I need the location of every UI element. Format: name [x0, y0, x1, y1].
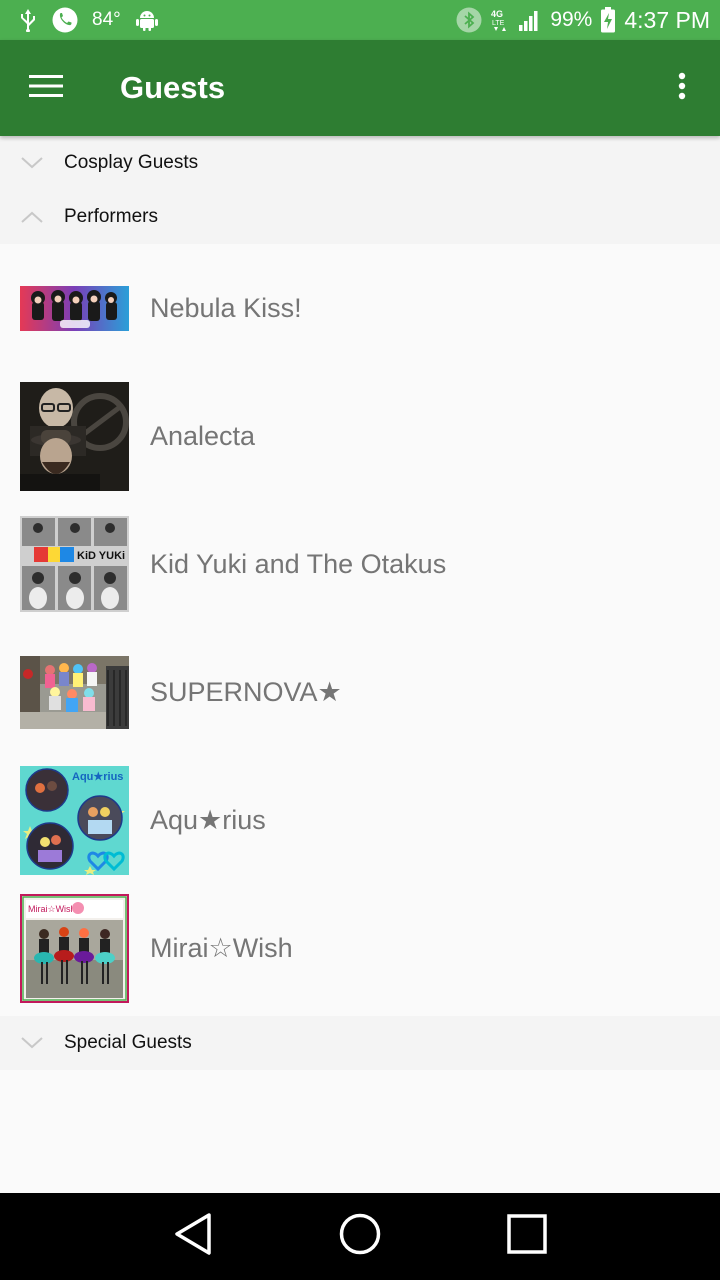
section-label: Performers [64, 206, 158, 227]
guest-thumbnail: Mirai☆Wish [20, 893, 129, 1003]
bluetooth-icon [456, 7, 482, 33]
guest-item-analecta[interactable]: Analecta [0, 372, 720, 500]
svg-text:4G: 4G [491, 9, 503, 19]
chevron-down-icon [0, 1037, 64, 1049]
thumb-logo-text: Aqu★rius [72, 771, 123, 783]
page-title: Guests [120, 70, 226, 105]
section-performers[interactable]: Performers [0, 190, 720, 244]
network-type-icon: 4G LTE [490, 7, 510, 33]
guest-name: Nebula Kiss! [150, 292, 302, 323]
guest-name: Kid Yuki and The Otakus [150, 548, 447, 579]
section-label: Special Guests [64, 1032, 192, 1053]
section-label: Cosplay Guests [64, 152, 199, 173]
guest-thumbnail: Aqu★rius [20, 765, 129, 875]
battery-charging-icon [600, 7, 616, 33]
clock: 4:37 PM [624, 6, 710, 33]
thumb-logo-text: Mirai☆Wish [28, 904, 76, 914]
more-vert-icon [678, 72, 686, 105]
guest-item-kid-yuki[interactable]: KiD YUKi Kid Yuki and The Otakus [0, 500, 720, 628]
guest-thumbnail: KiD YUKi [20, 510, 129, 619]
chevron-up-icon [0, 211, 64, 223]
system-nav-bar [0, 1193, 720, 1280]
recents-square-icon [506, 1213, 548, 1260]
svg-text:LTE: LTE [492, 20, 505, 27]
guest-item-nebula-kiss[interactable]: Nebula Kiss! [0, 244, 720, 372]
overflow-menu-button[interactable] [644, 40, 720, 136]
guest-name: Analecta [150, 420, 256, 451]
guest-item-supernova[interactable]: SUPERNOVA★ [0, 628, 720, 756]
hamburger-icon [29, 74, 63, 103]
guest-name: SUPERNOVA★ [150, 676, 342, 707]
chevron-down-icon [0, 157, 64, 169]
android-icon [135, 8, 159, 32]
app-bar: Guests [0, 40, 720, 136]
temperature: 84° [92, 9, 121, 30]
guest-name: Mirai☆Wish [150, 932, 293, 963]
guest-item-mirai-wish[interactable]: Mirai☆Wish Mirai☆Wish [0, 884, 720, 1012]
guest-item-aquarius[interactable]: Aqu★rius Aqu★rius [0, 756, 720, 884]
menu-button[interactable] [0, 40, 94, 136]
guest-thumbnail [20, 638, 129, 747]
usb-icon [18, 8, 38, 32]
back-triangle-icon [173, 1212, 213, 1261]
home-circle-icon [338, 1212, 382, 1261]
guest-content: Cosplay Guests Performers Nebula Kiss! A… [0, 136, 720, 1193]
performers-list: Nebula Kiss! Analecta KiD YUKi Kid Yuki … [0, 244, 720, 1012]
section-special-guests[interactable]: Special Guests [0, 1016, 720, 1070]
back-button[interactable] [153, 1197, 233, 1277]
status-bar: 84° 4G LTE 99% 4:37 PM [0, 0, 720, 40]
section-cosplay-guests[interactable]: Cosplay Guests [0, 136, 720, 190]
guest-name: Aqu★rius [150, 804, 266, 835]
guest-thumbnail [20, 254, 129, 363]
call-icon [52, 7, 78, 33]
battery-percent: 99% [550, 8, 593, 31]
recents-button[interactable] [487, 1197, 567, 1277]
home-button[interactable] [320, 1197, 400, 1277]
thumb-logo-text: KiD YUKi [77, 550, 125, 562]
guest-thumbnail [20, 381, 129, 491]
signal-icon [518, 8, 542, 32]
